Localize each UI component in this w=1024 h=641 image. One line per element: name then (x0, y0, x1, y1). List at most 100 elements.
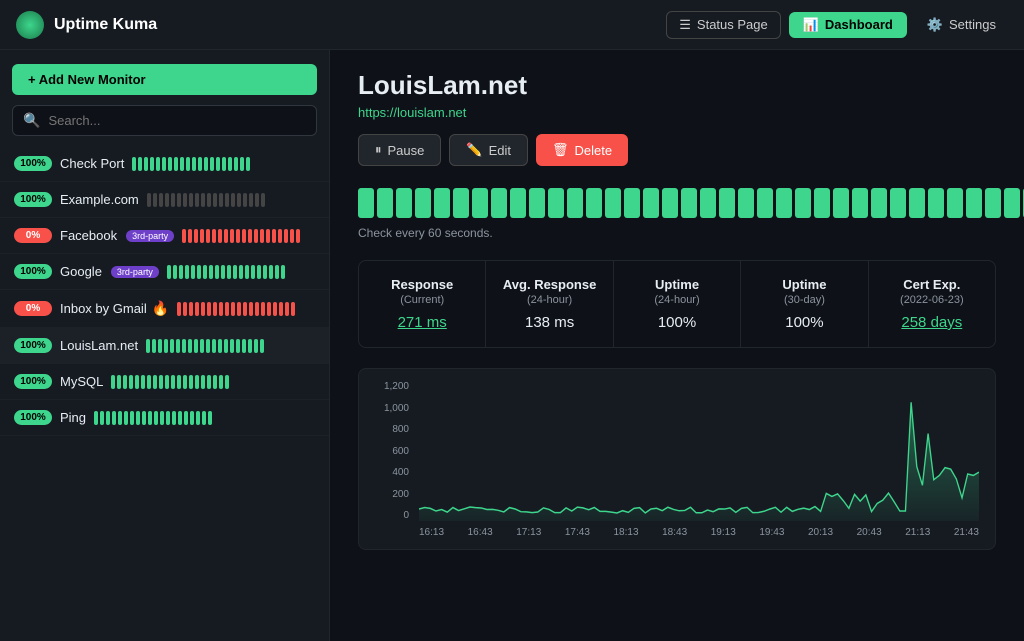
uptime-block (491, 188, 507, 218)
bar (203, 265, 207, 279)
bar (182, 229, 186, 243)
bar (261, 302, 265, 316)
stat-value-4[interactable]: 258 days (881, 314, 983, 331)
uptime-block (776, 188, 792, 218)
add-monitor-button[interactable]: + Add New Monitor (12, 64, 317, 95)
monitor-item-check-port[interactable]: 100%Check Port (0, 146, 329, 182)
bar (170, 339, 174, 353)
action-buttons: ⏸ Pause ✏️ Edit 🗑 Delete (358, 134, 996, 166)
monitor-item-google[interactable]: 100%Google3rd-party (0, 254, 329, 290)
dashboard-button[interactable]: 📊 Dashboard (789, 12, 907, 38)
monitor-name-wrap-louislam: LouisLam.net (60, 338, 138, 353)
delete-button[interactable]: 🗑 Delete (536, 134, 628, 166)
chart-xlabel: 20:13 (808, 527, 833, 538)
bar (272, 229, 276, 243)
monitor-bars-ping (94, 411, 212, 425)
bar (188, 339, 192, 353)
bar (202, 411, 206, 425)
bar (180, 157, 184, 171)
settings-icon: ⚙️ (927, 17, 943, 33)
monitor-item-louislam[interactable]: 100%LouisLam.net (0, 328, 329, 364)
bar (150, 157, 154, 171)
bar (275, 265, 279, 279)
uptime-section: Up (358, 186, 996, 220)
chart-ylabel: 1,200 (384, 381, 409, 392)
bar (195, 302, 199, 316)
stat-value-0[interactable]: 271 ms (371, 314, 473, 331)
bar (136, 411, 140, 425)
monitor-item-ping[interactable]: 100%Ping (0, 400, 329, 436)
bar (144, 157, 148, 171)
chart-ylabel: 600 (392, 446, 409, 457)
bar (153, 375, 157, 389)
search-input[interactable] (48, 113, 306, 128)
bar (208, 411, 212, 425)
uptime-block (377, 188, 393, 218)
settings-button[interactable]: ⚙️ Settings (915, 12, 1008, 38)
bar (147, 375, 151, 389)
bar (254, 339, 258, 353)
uptime-block (605, 188, 621, 218)
bar (192, 157, 196, 171)
topnav: Uptime Kuma ☰ Status Page 📊 Dashboard ⚙️… (0, 0, 1024, 50)
uptime-block (700, 188, 716, 218)
bar (233, 265, 237, 279)
monitor-name-wrap-facebook: Facebook3rd-party (60, 228, 174, 243)
bar (284, 229, 288, 243)
bar (236, 339, 240, 353)
status-badge-mysql: 100% (14, 374, 52, 389)
monitor-item-facebook[interactable]: 0%Facebook3rd-party (0, 218, 329, 254)
uptime-block (415, 188, 431, 218)
sidebar-header: + Add New Monitor 🔍 (0, 50, 329, 146)
uptime-block (928, 188, 944, 218)
stat-item-0: Response(Current)271 ms (359, 261, 486, 347)
bar (200, 339, 204, 353)
uptime-block (567, 188, 583, 218)
bar (266, 229, 270, 243)
uptime-block (795, 188, 811, 218)
bar (209, 265, 213, 279)
pause-button[interactable]: ⏸ Pause (358, 134, 441, 166)
monitor-url[interactable]: https://louislam.net (358, 105, 996, 120)
stat-label-4: Cert Exp. (881, 277, 983, 292)
bar (269, 265, 273, 279)
stat-sub-0: (Current) (371, 294, 473, 306)
bar (173, 265, 177, 279)
bar (260, 339, 264, 353)
edit-button[interactable]: ✏️ Edit (449, 134, 528, 166)
monitor-title: LouisLam.net (358, 70, 996, 101)
uptime-block (624, 188, 640, 218)
status-badge-check-port: 100% (14, 156, 52, 171)
uptime-block (814, 188, 830, 218)
uptime-block (738, 188, 754, 218)
bar (285, 302, 289, 316)
stat-label-3: Uptime (753, 277, 855, 292)
uptime-block (681, 188, 697, 218)
monitor-item-mysql[interactable]: 100%MySQL (0, 364, 329, 400)
bar (206, 339, 210, 353)
bar (132, 157, 136, 171)
uptime-block (871, 188, 887, 218)
bar (291, 302, 295, 316)
uptime-block (947, 188, 963, 218)
bar (177, 302, 181, 316)
bar (183, 193, 187, 207)
stat-item-2: Uptime(24-hour)100% (614, 261, 741, 347)
topnav-actions: ☰ Status Page 📊 Dashboard ⚙️ Settings (666, 11, 1008, 39)
bar (278, 229, 282, 243)
check-interval-text: Check every 60 seconds. (358, 226, 996, 240)
status-badge-google: 100% (14, 264, 52, 279)
main-layout: + Add New Monitor 🔍 100%Check Port100%Ex… (0, 50, 1024, 641)
monitor-bars-google (167, 265, 285, 279)
bar (164, 339, 168, 353)
monitor-item-inbox-gmail[interactable]: 0%Inbox by Gmail🔥 (0, 290, 329, 328)
monitor-item-example-com[interactable]: 100%Example.com (0, 182, 329, 218)
bar (243, 193, 247, 207)
bar (171, 193, 175, 207)
uptime-block (510, 188, 526, 218)
chart-ylabel: 800 (392, 424, 409, 435)
status-page-button[interactable]: ☰ Status Page (666, 11, 780, 39)
stat-sub-2: (24-hour) (626, 294, 728, 306)
uptime-block (472, 188, 488, 218)
bar (124, 411, 128, 425)
